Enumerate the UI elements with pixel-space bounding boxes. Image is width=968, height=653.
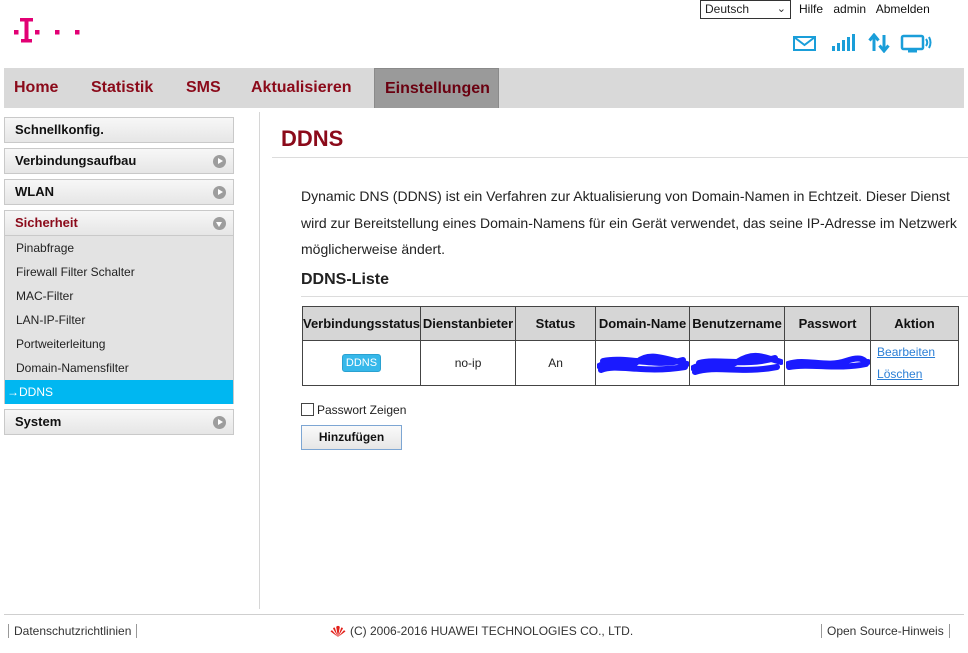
sidebar-group-wlan[interactable]: WLAN <box>4 179 234 205</box>
header: Deutsch ⌄ Hilfe admin Abmelden <box>0 0 968 68</box>
page-description: Dynamic DNS (DDNS) ist ein Verfahren zur… <box>301 183 968 263</box>
cell-username <box>689 340 786 386</box>
logout-link[interactable]: Abmelden <box>876 2 930 16</box>
column-header: Benutzername <box>689 306 786 341</box>
sidebar-item-portweiterleitung[interactable]: Portweiterleitung <box>5 332 233 356</box>
telekom-logo <box>14 18 80 43</box>
top-links: Hilfe admin Abmelden <box>799 2 937 16</box>
description-line: möglicherweise ändert. <box>301 241 445 257</box>
sidebar-group-verbindungsaufbau[interactable]: Verbindungsaufbau <box>4 148 234 174</box>
admin-link[interactable]: admin <box>833 2 866 16</box>
sidebar-group-label: WLAN <box>15 184 54 199</box>
column-header: Dienstanbieter <box>420 306 517 341</box>
cell-password <box>784 340 872 386</box>
column-header: Domain-Name <box>595 306 691 341</box>
show-password-label: Passwort Zeigen <box>317 403 407 417</box>
privacy-link[interactable]: Datenschutzrichtlinien <box>8 624 138 638</box>
delete-link[interactable]: Löschen <box>871 363 958 385</box>
sidebar-group-system[interactable]: System <box>4 409 234 435</box>
nav-statistik[interactable]: Statistik <box>81 68 163 108</box>
table-row: DDNS no-ip An Bearbeiten Löschen <box>301 340 960 386</box>
footer: Datenschutzrichtlinien (C) 2006-2016 HUA… <box>0 623 968 641</box>
mail-icon[interactable] <box>792 33 818 56</box>
section-divider <box>301 296 968 297</box>
signal-strength-icon <box>831 33 858 56</box>
language-select-value: Deutsch <box>705 2 750 16</box>
redaction-scribble <box>691 353 784 375</box>
sidebar-group-label: Verbindungsaufbau <box>15 153 137 168</box>
main-navigation: Home Statistik SMS Aktualisieren Einstel… <box>4 68 964 108</box>
chevron-right-icon <box>213 416 226 429</box>
huawei-logo-icon <box>330 625 346 637</box>
nav-sms[interactable]: SMS <box>176 68 231 108</box>
data-transfer-icon <box>868 32 890 56</box>
sidebar-item-label: DDNS <box>19 385 54 399</box>
sidebar-group-sicherheit[interactable]: Sicherheit <box>4 210 234 236</box>
nav-aktualisieren[interactable]: Aktualisieren <box>241 68 361 108</box>
edit-link[interactable]: Bearbeiten <box>871 341 958 363</box>
sidebar-item-domain-namensfilter[interactable]: Domain-Namensfilter <box>5 356 233 380</box>
sidebar-group-label: System <box>15 414 62 429</box>
ddns-status-badge: DDNS <box>341 354 382 372</box>
sidebar-group-label: Sicherheit <box>15 215 78 230</box>
help-link[interactable]: Hilfe <box>799 2 823 16</box>
sidebar-item-pinabfrage[interactable]: Pinabfrage <box>5 236 233 260</box>
footer-divider <box>4 614 964 615</box>
redaction-scribble <box>596 353 689 373</box>
description-line: Dynamic DNS (DDNS) ist ein Verfahren zur… <box>301 188 950 204</box>
sidebar-divider <box>259 112 260 609</box>
redaction-scribble <box>785 355 870 370</box>
sidebar-item-firewall-filter-schalter[interactable]: Firewall Filter Schalter <box>5 260 233 284</box>
chevron-right-icon <box>213 186 226 199</box>
cell-actions: Bearbeiten Löschen <box>870 340 960 386</box>
status-icons <box>792 32 937 58</box>
device-monitor-icon[interactable] <box>900 33 932 58</box>
page-title: DDNS <box>281 126 344 151</box>
nav-einstellungen[interactable]: Einstellungen <box>374 68 499 108</box>
cell-connection-status: DDNS <box>301 340 422 386</box>
sidebar-item-ddns[interactable]: →DDNS <box>5 380 233 404</box>
show-password-option[interactable]: Passwort Zeigen <box>301 403 406 417</box>
sidebar-item-lan-ip-filter[interactable]: LAN-IP-Filter <box>5 308 233 332</box>
sidebar-group-label: Schnellkonfig. <box>15 122 104 137</box>
chevron-down-icon <box>213 217 226 230</box>
cell-status: An <box>515 340 597 386</box>
sidebar-item-mac-filter[interactable]: MAC-Filter <box>5 284 233 308</box>
column-header: Status <box>515 306 597 341</box>
show-password-checkbox[interactable] <box>301 403 314 416</box>
arrow-right-icon: → <box>7 385 19 399</box>
ddns-table: Verbindungsstatus Dienstanbieter Status … <box>301 306 960 386</box>
open-source-link[interactable]: Open Source-Hinweis <box>821 624 950 638</box>
cell-domain-name <box>595 340 691 386</box>
add-button[interactable]: Hinzufügen <box>301 425 402 450</box>
chevron-down-icon: ⌄ <box>776 3 786 15</box>
column-header: Verbindungsstatus <box>301 306 422 341</box>
column-header: Passwort <box>784 306 872 341</box>
copyright-text: (C) 2006-2016 HUAWEI TECHNOLOGIES CO., L… <box>350 624 634 638</box>
language-select[interactable]: Deutsch ⌄ <box>700 0 791 19</box>
sidebar-group-schnellkonfig[interactable]: Schnellkonfig. <box>4 117 234 143</box>
description-line: wird zur Bereitstellung eines Domain-Nam… <box>301 214 957 231</box>
cell-provider: no-ip <box>420 340 517 386</box>
column-header: Aktion <box>870 306 960 341</box>
section-title: DDNS-Liste <box>301 271 390 288</box>
copyright-notice: (C) 2006-2016 HUAWEI TECHNOLOGIES CO., L… <box>330 624 633 638</box>
title-divider <box>272 157 968 158</box>
nav-home[interactable]: Home <box>4 68 68 108</box>
sidebar: Schnellkonfig. Verbindungsaufbau WLAN Si… <box>4 117 234 440</box>
chevron-right-icon <box>213 155 226 168</box>
sidebar-submenu-sicherheit: Pinabfrage Firewall Filter Schalter MAC-… <box>4 236 234 404</box>
table-header-row: Verbindungsstatus Dienstanbieter Status … <box>301 306 960 341</box>
